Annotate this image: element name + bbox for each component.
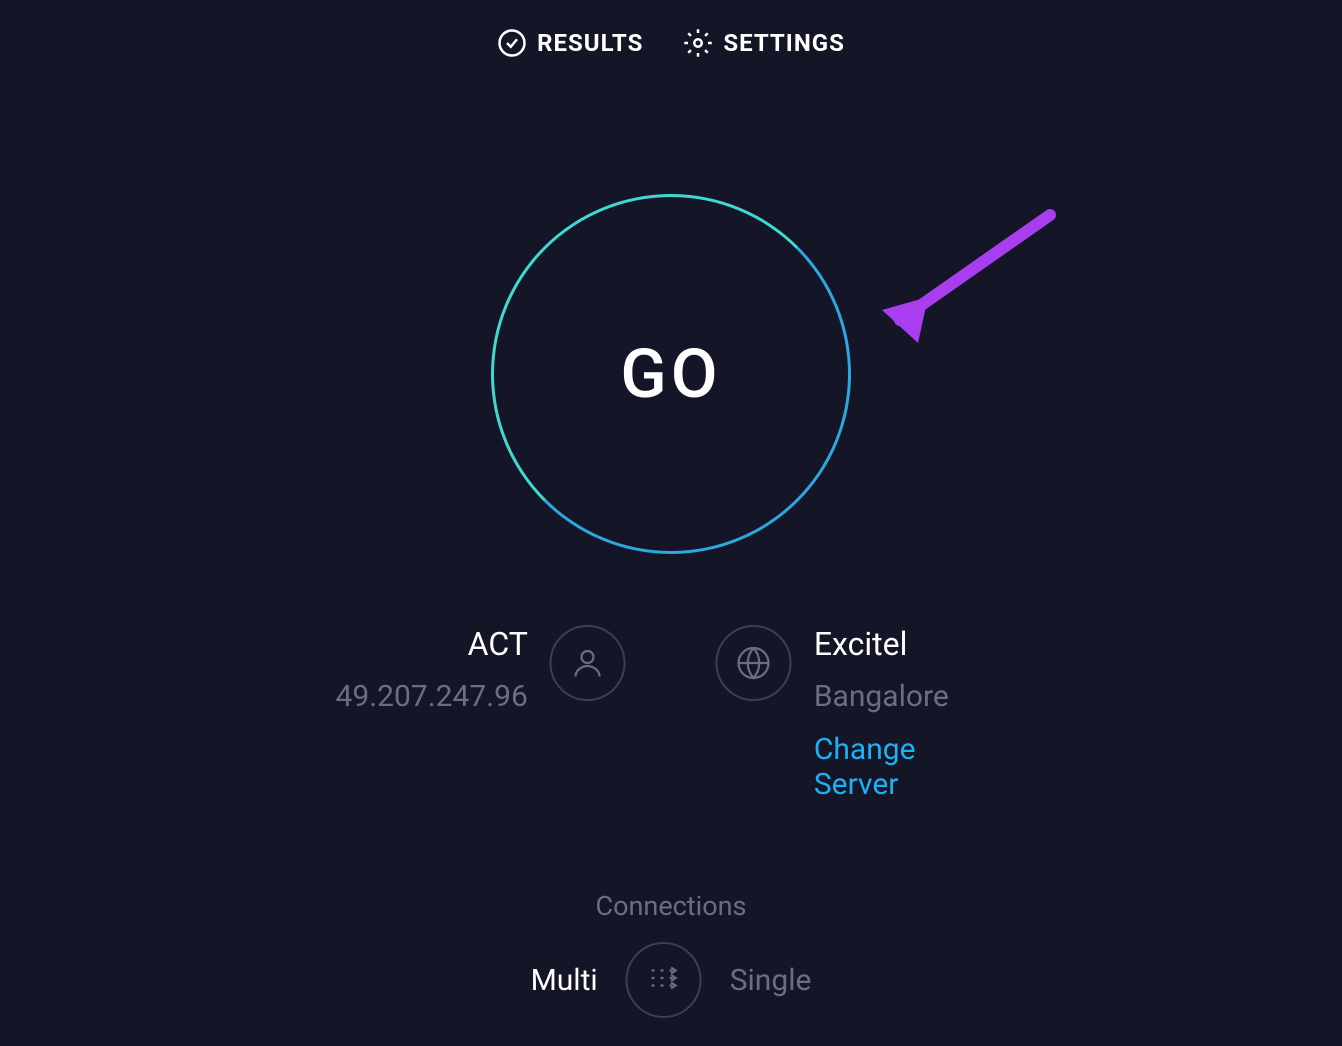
settings-nav-item[interactable]: SETTINGS <box>683 28 845 58</box>
results-label: RESULTS <box>537 29 643 57</box>
gear-icon <box>683 28 713 58</box>
change-server-link[interactable]: Change Server <box>814 732 1007 802</box>
connections-toggle-button[interactable] <box>626 942 702 1018</box>
settings-label: SETTINGS <box>723 29 845 57</box>
user-icon <box>550 625 626 701</box>
connections-toggle: Multi Single <box>531 942 812 1018</box>
globe-icon <box>716 625 792 701</box>
connections-section: Connections Multi Single <box>531 890 812 1018</box>
multi-arrows-icon <box>646 960 682 1000</box>
server-info: Excitel Bangalore Change Server <box>716 625 1007 802</box>
connections-label: Connections <box>531 890 812 922</box>
go-button-label: GO <box>620 334 721 414</box>
info-section: ACT 49.207.247.96 Excitel Bangalore Chan… <box>336 625 1007 802</box>
check-circle-icon <box>497 28 527 58</box>
go-button[interactable]: GO <box>491 194 851 554</box>
isp-ip: 49.207.247.96 <box>336 679 528 714</box>
isp-name: ACT <box>336 625 528 663</box>
multi-option[interactable]: Multi <box>531 963 598 998</box>
server-location: Bangalore <box>814 679 1007 714</box>
single-option[interactable]: Single <box>730 963 812 998</box>
top-nav: RESULTS SETTINGS <box>0 0 1342 58</box>
results-nav-item[interactable]: RESULTS <box>497 28 643 58</box>
arrow-annotation-icon <box>870 205 1060 359</box>
server-name: Excitel <box>814 625 1007 663</box>
isp-info: ACT 49.207.247.96 <box>336 625 626 714</box>
